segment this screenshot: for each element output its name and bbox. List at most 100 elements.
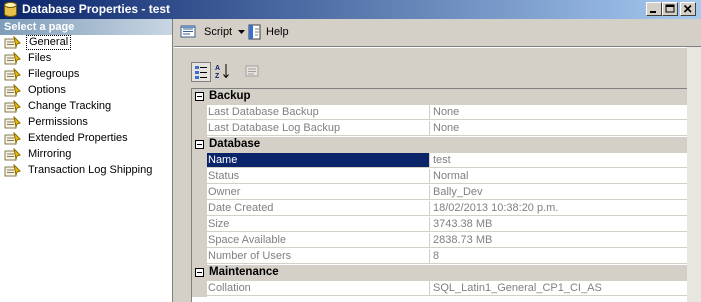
- page-icon: [4, 68, 21, 81]
- category-label: Database: [209, 138, 261, 150]
- sidebar-item-label: Transaction Log Shipping: [28, 164, 153, 176]
- script-button[interactable]: Script: [180, 23, 248, 41]
- row-gutter: [192, 201, 207, 217]
- property-row[interactable]: Name test: [192, 153, 701, 169]
- page-icon: [4, 84, 21, 97]
- toolbar-divider-highlight: [174, 47, 701, 48]
- database-properties-window: Database Properties - test Select a page…: [0, 0, 701, 302]
- svg-text:Z: Z: [215, 73, 220, 80]
- property-row[interactable]: Number of Users 8: [192, 249, 701, 265]
- property-value[interactable]: Normal: [429, 169, 701, 184]
- vertical-scrollbar[interactable]: [687, 47, 701, 302]
- script-label: Script: [204, 26, 233, 38]
- row-gutter: [192, 233, 207, 249]
- database-icon: [4, 2, 17, 17]
- property-value[interactable]: 2838.73 MB: [429, 233, 701, 248]
- property-value[interactable]: test: [429, 153, 701, 168]
- property-row[interactable]: Size 3743.38 MB: [192, 217, 701, 233]
- title-bar[interactable]: Database Properties - test: [0, 0, 701, 19]
- property-value[interactable]: SQL_Latin1_General_CP1_CI_AS: [429, 281, 701, 296]
- sidebar-item-options[interactable]: Options: [0, 83, 172, 99]
- collapse-icon[interactable]: [195, 92, 204, 101]
- property-value[interactable]: 3743.38 MB: [429, 217, 701, 232]
- window-title: Database Properties - test: [22, 2, 171, 16]
- sidebar-item-label: Change Tracking: [28, 100, 112, 112]
- page-icon: [4, 132, 21, 145]
- property-name: Collation: [207, 281, 429, 296]
- sidebar-item-files[interactable]: Files: [0, 51, 172, 67]
- row-gutter: [192, 169, 207, 185]
- property-value[interactable]: Bally_Dev: [429, 185, 701, 200]
- category-label: Backup: [209, 90, 251, 102]
- script-icon: [180, 25, 196, 38]
- maximize-button[interactable]: [662, 2, 678, 16]
- sidebar-item-label: Mirroring: [28, 148, 72, 160]
- property-row[interactable]: Date Created 18/02/2013 10:38:20 p.m.: [192, 201, 701, 217]
- row-gutter: [192, 217, 207, 233]
- property-row[interactable]: Last Database Backup None: [192, 105, 701, 121]
- property-row[interactable]: Owner Bally_Dev: [192, 185, 701, 201]
- sidebar-item-label: Extended Properties: [28, 132, 128, 144]
- categorized-icon: [195, 66, 207, 79]
- property-name: Last Database Backup: [207, 105, 429, 120]
- sidebar-item-label: General: [26, 35, 72, 50]
- property-pages-button[interactable]: [243, 62, 263, 82]
- property-value[interactable]: None: [429, 105, 701, 120]
- page-icon: [4, 116, 21, 129]
- property-row[interactable]: Space Available 2838.73 MB: [192, 233, 701, 249]
- collapse-icon[interactable]: [195, 140, 204, 149]
- main-toolbar: Script Help: [174, 19, 701, 45]
- help-icon: [248, 24, 261, 40]
- collapse-icon[interactable]: [195, 268, 204, 277]
- close-icon: [683, 4, 692, 13]
- page-icon: [4, 100, 21, 113]
- minimize-button[interactable]: [646, 2, 662, 16]
- property-row[interactable]: Collation SQL_Latin1_General_CP1_CI_AS: [192, 281, 701, 297]
- row-gutter: [192, 153, 207, 169]
- alphabetical-button[interactable]: A Z: [213, 62, 233, 82]
- property-name: Number of Users: [207, 249, 429, 264]
- sidebar-item-mirroring[interactable]: Mirroring: [0, 147, 172, 163]
- sidebar-item-permissions[interactable]: Permissions: [0, 115, 172, 131]
- properties-pane: Script Help A Z Backup Last Database Bac…: [174, 19, 701, 302]
- row-gutter: [192, 249, 207, 265]
- maximize-icon: [665, 4, 675, 13]
- property-name: Space Available: [207, 233, 429, 248]
- property-value[interactable]: 18/02/2013 10:38:20 p.m.: [429, 201, 701, 216]
- sidebar-item-change-tracking[interactable]: Change Tracking: [0, 99, 172, 115]
- property-name: Last Database Log Backup: [207, 121, 429, 136]
- chevron-down-icon[interactable]: [238, 30, 245, 35]
- help-label: Help: [266, 26, 289, 38]
- categorized-button[interactable]: [191, 62, 211, 82]
- category-backup[interactable]: Backup: [192, 89, 701, 105]
- sidebar-item-filegroups[interactable]: Filegroups: [0, 67, 172, 83]
- property-name: Date Created: [207, 201, 429, 216]
- sidebar-item-label: Filegroups: [28, 68, 80, 80]
- page-icon: [4, 164, 21, 177]
- property-grid-toolbar: A Z: [191, 62, 271, 82]
- svg-text:A: A: [215, 65, 220, 72]
- sort-alphabetical-icon: A Z: [215, 64, 229, 80]
- row-gutter: [192, 105, 207, 121]
- property-value[interactable]: 8: [429, 249, 701, 264]
- page-selector-panel: Select a page General Files Filegroups Opti…: [0, 19, 173, 302]
- property-row[interactable]: Status Normal: [192, 169, 701, 185]
- sidebar-item-label: Permissions: [28, 116, 88, 128]
- category-maintenance[interactable]: Maintenance: [192, 265, 701, 281]
- category-label: Maintenance: [209, 266, 279, 278]
- property-value[interactable]: None: [429, 121, 701, 136]
- property-grid: Backup Last Database Backup None Last Datab…: [191, 88, 701, 302]
- sidebar-item-label: Files: [28, 52, 52, 64]
- sidebar-item-extended-properties[interactable]: Extended Properties: [0, 131, 172, 147]
- property-name: Owner: [207, 185, 429, 200]
- property-row[interactable]: Last Database Log Backup None: [192, 121, 701, 137]
- page-icon: [4, 52, 21, 65]
- sidebar-item-transaction-log-shipping[interactable]: Transaction Log Shipping: [0, 163, 172, 179]
- sidebar-item-general[interactable]: General: [0, 35, 172, 51]
- category-database[interactable]: Database: [192, 137, 701, 153]
- help-button[interactable]: Help: [247, 23, 307, 41]
- sidebar-item-label: Options: [28, 84, 66, 96]
- row-gutter: [192, 121, 207, 137]
- property-name: Name: [207, 153, 429, 168]
- close-button[interactable]: [680, 2, 696, 16]
